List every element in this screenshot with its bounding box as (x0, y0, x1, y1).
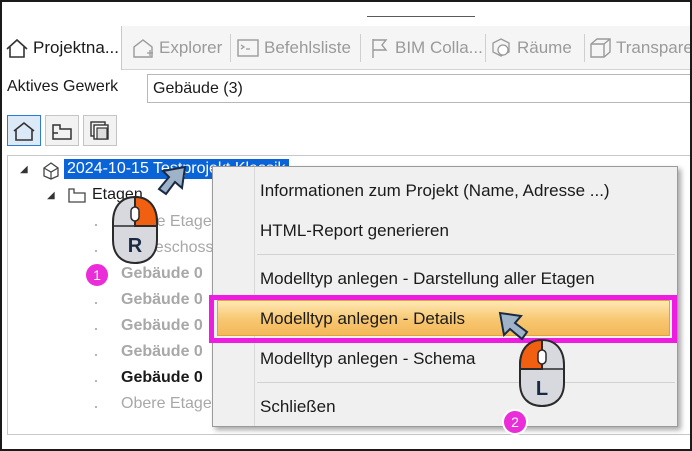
gewerk-label: Aktives Gewerk (7, 78, 119, 95)
tab-label: Räume (517, 38, 572, 57)
tree-node-floor[interactable]: Obere Etage (121, 395, 212, 413)
tree-dot (95, 224, 97, 226)
title-divider (367, 16, 475, 17)
tab-separator (485, 34, 486, 62)
tab-label: Projektna... (33, 38, 119, 57)
tree-dot (95, 406, 97, 408)
tab-explorer[interactable]: Explorer (126, 26, 226, 70)
house-icon (13, 121, 35, 141)
cube-icon (590, 38, 611, 58)
menu-separator (257, 382, 675, 383)
tree-dot (95, 354, 97, 356)
floors-icon (68, 188, 86, 203)
view-building-button[interactable] (7, 115, 41, 146)
flag-icon (372, 39, 388, 58)
view-floor-button[interactable] (45, 115, 79, 146)
project-icon (43, 162, 59, 180)
tree-node-floor[interactable]: Gebäude 0 (121, 343, 203, 361)
tree-node-floor[interactable]: Gebäude 0 (121, 317, 203, 335)
tree-node-floor[interactable]: Gebäude 0 (121, 265, 203, 283)
cursor-arrow-icon (498, 311, 529, 341)
layers-icon (90, 120, 109, 140)
tab-label: Explorer (159, 38, 223, 57)
tree-dot (95, 380, 97, 382)
gewerk-dropdown[interactable]: Gebäude (3) (147, 74, 690, 103)
tab-projektnavigator[interactable]: Projektna... (2, 26, 122, 70)
mouse-letter-l: L (536, 378, 548, 400)
tab-label: Befehlsliste (264, 38, 351, 57)
tab-transparenz[interactable]: Transpare (587, 26, 692, 70)
tab-befehlsliste[interactable]: Befehlsliste (233, 26, 358, 70)
step-badge-2: 2 (502, 409, 528, 435)
application-window: Projektna... Explorer Befehlsliste BIM C… (0, 0, 692, 451)
tree-dot (95, 250, 97, 252)
mouse-letter-r: R (128, 235, 143, 257)
collapse-arrow-icon[interactable]: ◢ (47, 190, 55, 201)
tab-label: BIM Colla... (395, 38, 483, 57)
panel-tab-strip: Projektna... Explorer Befehlsliste BIM C… (2, 26, 692, 70)
tab-raeume[interactable]: Räume (488, 26, 583, 70)
tree-dot (95, 328, 97, 330)
floor-plan-icon (52, 123, 72, 140)
tree-node-floor[interactable]: Gebäude 0 (121, 291, 203, 309)
house-outline-icon (133, 39, 153, 58)
tab-separator (584, 34, 585, 62)
rooms-icon (492, 38, 510, 57)
menu-item-close[interactable]: Schließen (260, 397, 336, 417)
menu-separator (257, 254, 675, 255)
annotation-highlight-frame (209, 295, 677, 343)
left-mouse-button-icon: L (519, 338, 565, 408)
menu-item-html-report[interactable]: HTML-Report generieren (260, 221, 449, 241)
menu-item-project-info[interactable]: Informationen zum Projekt (Name, Adresse… (260, 181, 610, 201)
menu-item-modeltype-all-floors[interactable]: Modelltyp anlegen - Darstellung aller Et… (260, 269, 595, 289)
step-badge-1: 1 (84, 262, 110, 288)
tab-bim-collab[interactable]: BIM Colla... (364, 26, 484, 70)
view-layers-button[interactable] (83, 115, 117, 146)
menu-item-modeltype-schema[interactable]: Modelltyp anlegen - Schema (260, 349, 475, 369)
tree-dot (95, 302, 97, 304)
tab-separator (230, 34, 231, 62)
right-mouse-button-icon: R (112, 195, 158, 265)
house-icon (6, 38, 28, 58)
tree-node-floor-active[interactable]: Gebäude 0 (121, 369, 203, 387)
tab-separator (360, 34, 361, 62)
cursor-arrow-icon (157, 165, 187, 196)
command-list-icon (237, 39, 259, 57)
tab-label: Transpare (616, 38, 692, 57)
collapse-arrow-icon[interactable]: ◢ (20, 164, 28, 175)
